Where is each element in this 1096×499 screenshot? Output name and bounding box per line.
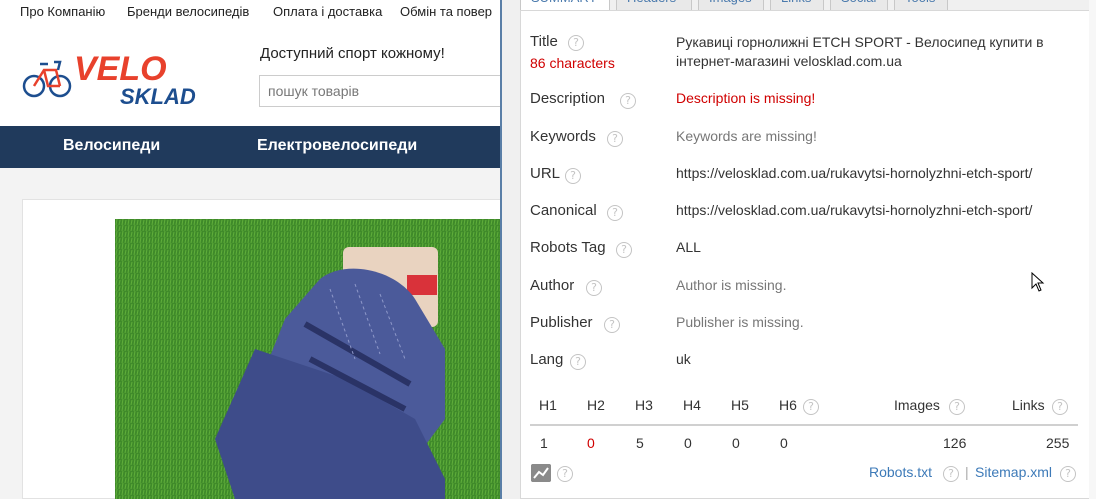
canonical-label: Canonical	[530, 202, 597, 219]
title-length: 86 characters	[530, 55, 615, 71]
robots-tag-value: ALL	[676, 239, 701, 255]
h1-count[interactable]: 1	[540, 435, 548, 451]
topnav-link-about[interactable]: Про Компанію	[20, 4, 105, 19]
tab-images[interactable]: Images	[698, 0, 764, 10]
category-ebikes[interactable]: Електровелосипеди	[257, 137, 417, 155]
images-count[interactable]: 126	[943, 435, 966, 451]
heading-h1-label: H1	[539, 397, 557, 413]
canonical-value[interactable]: https://velosklad.com.ua/rukavytsi-horno…	[676, 200, 1032, 220]
h2-count[interactable]: 0	[587, 435, 595, 451]
robots-txt-help-icon[interactable]: ?	[943, 466, 959, 482]
topnav-link-brands[interactable]: Бренди велосипедів	[127, 4, 249, 19]
logo-text-velo: VELO	[74, 50, 167, 88]
tab-social[interactable]: Social	[830, 0, 888, 10]
heading-h4-label: H4	[683, 397, 701, 413]
chart-help-icon[interactable]: ?	[557, 466, 573, 482]
heading-h2-label: H2	[587, 397, 605, 413]
keywords-help-icon[interactable]: ?	[607, 131, 623, 147]
site-slogan: Доступний спорт кожному!	[260, 45, 445, 62]
author-label: Author	[530, 277, 575, 294]
logo-text-sklad: SKLAD	[120, 84, 196, 108]
heading-h5-label: H5	[731, 397, 749, 413]
description-value: Description is missing!	[676, 90, 816, 106]
title-help-icon[interactable]: ?	[568, 35, 584, 51]
robots-tag-label: Robots Tag	[530, 239, 606, 256]
headings-help-icon[interactable]: ?	[803, 399, 819, 415]
footer-separator: |	[965, 464, 969, 480]
product-photo	[115, 219, 500, 499]
links-count[interactable]: 255	[1046, 435, 1069, 451]
images-count-label: Images	[894, 397, 940, 413]
canonical-help-icon[interactable]: ?	[607, 205, 623, 221]
publisher-value: Publisher is missing.	[676, 314, 804, 330]
url-label: URL	[530, 165, 561, 182]
bicycle-icon	[22, 60, 72, 98]
tab-links[interactable]: Links	[770, 0, 824, 10]
title-label: Title	[530, 33, 558, 50]
chart-icon[interactable]	[531, 464, 551, 482]
topnav-link-payment[interactable]: Оплата і доставка	[273, 4, 382, 19]
keywords-value: Keywords are missing!	[676, 128, 817, 144]
author-help-icon[interactable]: ?	[586, 280, 602, 296]
h4-count[interactable]: 0	[684, 435, 692, 451]
site-logo[interactable]: VELO SKLAD	[22, 48, 222, 108]
sitemap-help-icon[interactable]: ?	[1060, 466, 1076, 482]
publisher-label: Publisher	[530, 314, 593, 331]
publisher-help-icon[interactable]: ?	[604, 317, 620, 333]
tab-headers[interactable]: Headers	[616, 0, 692, 10]
headings-divider	[530, 424, 1078, 426]
title-value-line2: інтернет-магазині velosklad.com.ua	[676, 53, 902, 69]
h3-count[interactable]: 5	[636, 435, 644, 451]
lang-help-icon[interactable]: ?	[570, 354, 586, 370]
url-help-icon[interactable]: ?	[565, 168, 581, 184]
description-help-icon[interactable]: ?	[620, 93, 636, 109]
robots-tag-help-icon[interactable]: ?	[616, 242, 632, 258]
website-background: Про Компанію Бренди велосипедів Оплата і…	[0, 0, 500, 499]
h6-count[interactable]: 0	[780, 435, 788, 451]
tab-summary[interactable]: SUMMARY	[520, 0, 610, 10]
topnav-link-exchange[interactable]: Обмін та повер	[400, 4, 492, 19]
tab-tools[interactable]: Tools	[894, 0, 948, 10]
author-value: Author is missing.	[676, 277, 787, 293]
category-bicycles[interactable]: Велосипеди	[63, 137, 160, 155]
mouse-pointer-icon	[1031, 272, 1045, 292]
h5-count[interactable]: 0	[732, 435, 740, 451]
images-help-icon[interactable]: ?	[949, 399, 965, 415]
title-value-line1: Рукавиці горнолижні ETCH SPORT - Велосип…	[676, 34, 1044, 50]
heading-h3-label: H3	[635, 397, 653, 413]
description-label: Description	[530, 90, 606, 107]
url-value[interactable]: https://velosklad.com.ua/rukavytsi-horno…	[676, 163, 1032, 183]
heading-h6-label: H6	[779, 397, 797, 413]
lang-value: uk	[676, 351, 691, 367]
category-bar: Велосипеди Електровелосипеди	[0, 126, 500, 168]
keywords-label: Keywords	[530, 128, 596, 145]
site-search-box[interactable]	[259, 75, 500, 107]
site-search-input[interactable]	[260, 76, 500, 106]
lang-label: Lang	[530, 351, 564, 368]
sitemap-xml-link[interactable]: Sitemap.xml	[975, 464, 1052, 480]
links-help-icon[interactable]: ?	[1052, 399, 1068, 415]
top-navigation: Про Компанію Бренди велосипедів Оплата і…	[0, 0, 500, 24]
robots-txt-link[interactable]: Robots.txt	[869, 464, 932, 480]
popup-scrollbar[interactable]	[1089, 0, 1096, 499]
links-count-label: Links	[1012, 397, 1045, 413]
